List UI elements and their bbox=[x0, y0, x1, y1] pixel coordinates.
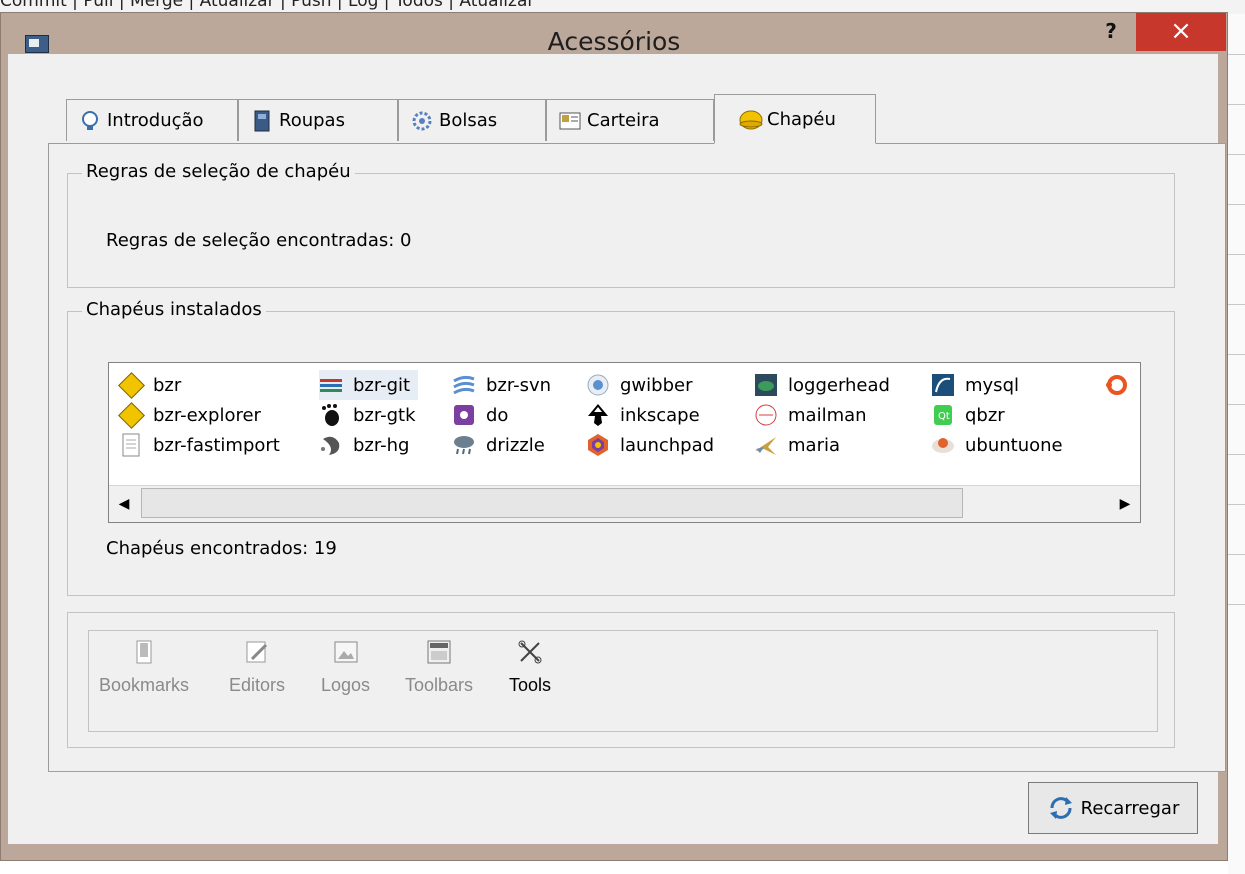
scrollbar-thumb[interactable] bbox=[141, 488, 963, 518]
list-item[interactable]: mysql bbox=[931, 370, 1019, 400]
list-item[interactable]: launchpad bbox=[586, 430, 714, 460]
tab-label: Introdução bbox=[107, 110, 204, 131]
tool-bookmarks[interactable]: Bookmarks bbox=[99, 639, 189, 696]
list-item[interactable]: bzr bbox=[118, 370, 181, 400]
bzr-icon bbox=[118, 372, 145, 399]
hats-list[interactable]: bzr bzr-explorer bzr-fastimport bzr-git … bbox=[108, 362, 1141, 523]
window-title: Acessórios bbox=[547, 27, 681, 56]
reload-label: Recarregar bbox=[1080, 797, 1180, 819]
gear-icon bbox=[411, 110, 433, 132]
launchpad-icon bbox=[586, 433, 610, 457]
tab-bolsas[interactable]: Bolsas bbox=[398, 99, 546, 141]
drizzle-icon bbox=[452, 433, 476, 457]
help-button[interactable]: ? bbox=[1096, 19, 1126, 47]
list-item[interactable]: loggerhead bbox=[754, 370, 890, 400]
list-item[interactable]: bzr-explorer bbox=[118, 400, 261, 430]
tab-roupas[interactable]: Roupas bbox=[238, 99, 398, 141]
mercurial-icon bbox=[319, 433, 343, 457]
list-item[interactable]: do bbox=[452, 400, 508, 430]
gwibber-icon bbox=[586, 373, 610, 397]
list-item[interactable]: bzr-gtk bbox=[319, 400, 416, 430]
list-item[interactable]: bzr-hg bbox=[319, 430, 409, 460]
scroll-right-arrow-icon[interactable]: ▶ bbox=[1110, 486, 1140, 522]
tool-toolbars[interactable]: Toolbars bbox=[405, 639, 473, 696]
horizontal-scrollbar[interactable]: ◀ ▶ bbox=[109, 485, 1140, 522]
toolbar-icon bbox=[426, 639, 452, 665]
document-icon bbox=[119, 433, 143, 457]
editor-icon bbox=[244, 639, 270, 665]
rules-found-text: Regras de seleção encontradas: 0 bbox=[106, 230, 412, 251]
git-icon bbox=[319, 373, 343, 397]
rules-groupbox: Regras de seleção de chapéu Regras de se… bbox=[67, 161, 1175, 288]
dialog-separator bbox=[48, 771, 1226, 772]
reload-button[interactable]: Recarregar bbox=[1028, 782, 1198, 834]
list-item[interactable]: gwibber bbox=[586, 370, 692, 400]
tab-label: Chapéu bbox=[767, 108, 836, 130]
tool-editors[interactable]: Editors bbox=[229, 639, 285, 696]
mysql-icon bbox=[931, 373, 955, 397]
background-app-edge bbox=[1228, 14, 1245, 874]
list-item[interactable]: bzr-git bbox=[319, 370, 419, 400]
mailman-icon bbox=[754, 403, 778, 427]
list-item[interactable]: bzr-fastimport bbox=[119, 430, 280, 460]
list-item[interactable]: bzr-svn bbox=[452, 370, 551, 400]
refresh-icon bbox=[1047, 794, 1075, 822]
tab-introducao[interactable]: Introdução bbox=[66, 99, 238, 141]
tools-icon bbox=[517, 639, 543, 665]
bzr-icon bbox=[118, 402, 145, 429]
list-item[interactable]: Qt qbzr bbox=[931, 400, 1005, 430]
tab-label: Bolsas bbox=[439, 110, 498, 131]
close-button[interactable]: × bbox=[1136, 13, 1226, 51]
list-item[interactable]: drizzle bbox=[452, 430, 545, 460]
loggerhead-icon bbox=[754, 373, 778, 397]
bookmark-icon bbox=[131, 639, 157, 665]
tab-label: Roupas bbox=[279, 110, 345, 131]
do-icon bbox=[452, 403, 476, 427]
tab-label: Carteira bbox=[587, 110, 660, 131]
wallet-icon bbox=[559, 110, 581, 132]
lightbulb-icon bbox=[79, 110, 101, 132]
list-item[interactable] bbox=[1105, 370, 1139, 400]
toolbox-toolbar: Bookmarks Editors Logos Toolbars Tools bbox=[88, 630, 1158, 732]
inkscape-icon bbox=[586, 403, 610, 427]
image-icon bbox=[333, 639, 359, 665]
maria-icon bbox=[754, 433, 778, 457]
tab-carteira[interactable]: Carteira bbox=[546, 99, 714, 141]
list-item[interactable]: inkscape bbox=[586, 400, 700, 430]
svg-text:Qt: Qt bbox=[938, 411, 950, 422]
qt-icon: Qt bbox=[931, 403, 955, 427]
group-title: Regras de seleção de chapéu bbox=[82, 161, 355, 182]
hats-found-text: Chapéus encontrados: 19 bbox=[106, 538, 337, 559]
group-title: Chapéus instalados bbox=[82, 299, 266, 320]
svn-icon bbox=[452, 373, 476, 397]
ubuntuone-icon bbox=[931, 433, 955, 457]
ubuntu-icon bbox=[1105, 373, 1129, 397]
scroll-left-arrow-icon[interactable]: ◀ bbox=[109, 486, 139, 522]
gnome-foot-icon bbox=[319, 403, 343, 427]
list-item[interactable]: mailman bbox=[754, 400, 867, 430]
shirt-icon bbox=[251, 110, 273, 132]
tab-chapeu[interactable]: Chapéu bbox=[714, 94, 876, 144]
list-item[interactable]: maria bbox=[754, 430, 840, 460]
tool-tools[interactable]: Tools bbox=[509, 639, 551, 696]
hat-icon bbox=[739, 108, 763, 130]
list-item[interactable]: ubuntuone bbox=[931, 430, 1063, 460]
tool-logos[interactable]: Logos bbox=[321, 639, 370, 696]
